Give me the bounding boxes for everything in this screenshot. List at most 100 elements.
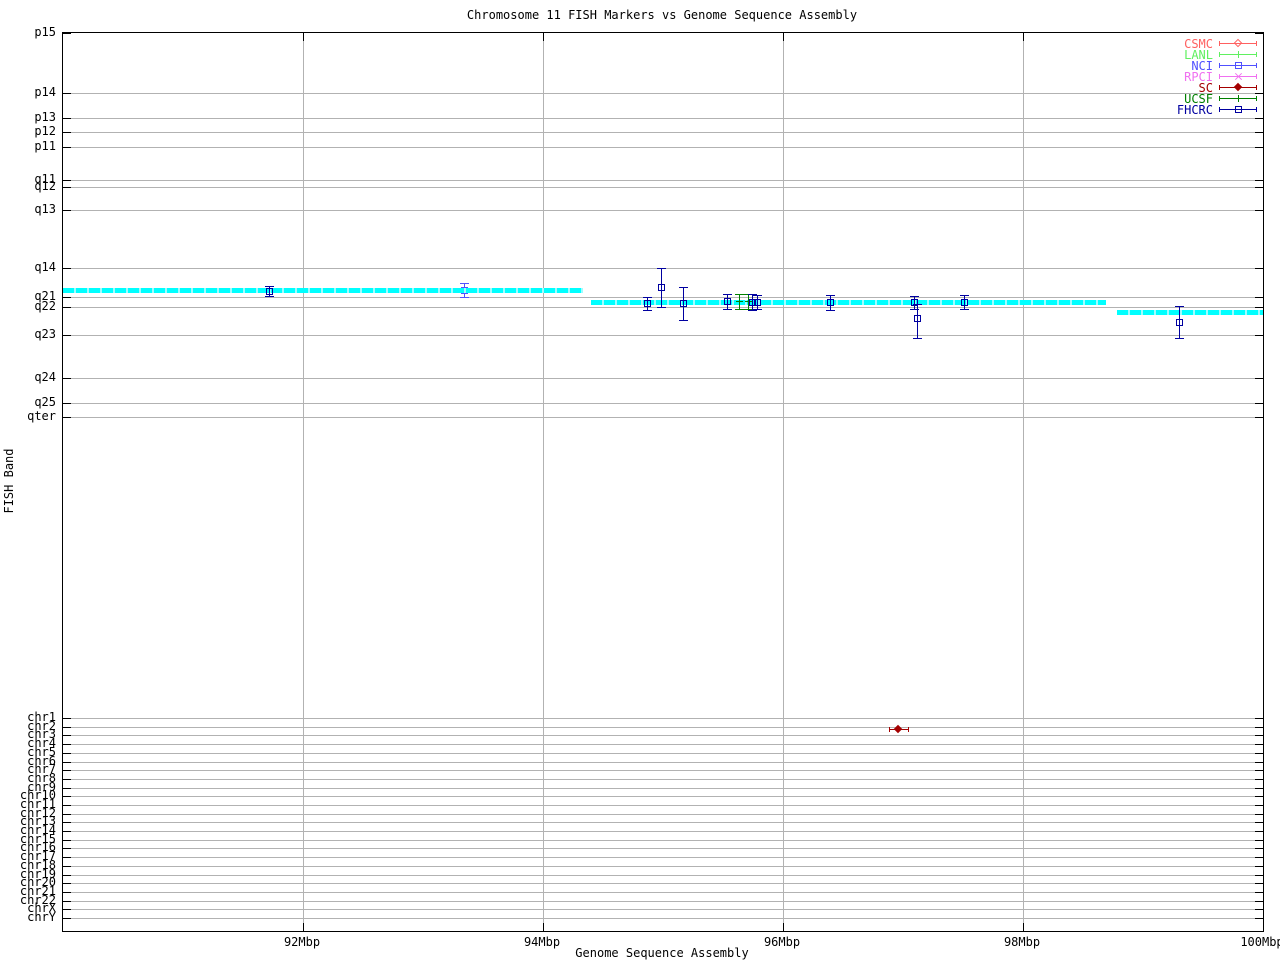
y-axis-tick-right	[1255, 718, 1263, 719]
square-marker	[644, 300, 651, 307]
h-gridline	[63, 403, 1263, 404]
h-gridline	[63, 805, 1263, 806]
y-axis-tick-right	[1255, 132, 1263, 133]
v-gridline	[543, 33, 544, 931]
x-axis-tick-top	[543, 33, 544, 41]
h-gridline	[63, 909, 1263, 910]
h-gridline	[63, 857, 1263, 858]
legend-sample	[1219, 93, 1257, 104]
y-axis-label: p12	[34, 124, 56, 138]
y-axis-tick-left	[63, 918, 71, 919]
y-axis-tick-right	[1255, 901, 1263, 902]
y-axis-tick-right	[1255, 118, 1263, 119]
y-axis-tick-right	[1255, 831, 1263, 832]
h-gridline	[63, 727, 1263, 728]
y-axis-tick-left	[63, 875, 71, 876]
h-gridline	[63, 796, 1263, 797]
legend-sample-cap	[1256, 85, 1257, 90]
error-bar-cap	[657, 268, 666, 269]
y-axis-tick-left	[63, 33, 71, 34]
h-gridline	[63, 814, 1263, 815]
h-gridline	[63, 735, 1263, 736]
h-gridline	[63, 718, 1263, 719]
legend-sample-cap	[1219, 107, 1220, 112]
square-marker	[724, 298, 731, 305]
error-bar-cap	[1175, 306, 1184, 307]
h-gridline	[63, 762, 1263, 763]
y-axis-tick-right	[1255, 417, 1263, 418]
y-axis-tick-right	[1255, 210, 1263, 211]
y-axis-tick-right	[1255, 918, 1263, 919]
y-axis-tick-right	[1255, 378, 1263, 379]
h-gridline	[63, 918, 1263, 919]
y-axis-tick-right	[1255, 727, 1263, 728]
y-axis-tick-left	[63, 180, 71, 181]
y-axis-tick-left	[63, 848, 71, 849]
y-axis-tick-right	[1255, 848, 1263, 849]
y-axis-tick-left	[63, 735, 71, 736]
v-gridline	[1023, 33, 1024, 931]
y-axis-label: q25	[34, 395, 56, 409]
y-axis-tick-left	[63, 831, 71, 832]
legend-sample-cap	[1256, 41, 1257, 46]
y-axis-tick-right	[1255, 788, 1263, 789]
y-axis-label: qter	[27, 409, 56, 423]
legend-sample	[1219, 38, 1257, 49]
x-axis-tick-top	[1263, 33, 1264, 41]
y-axis-tick-right	[1255, 335, 1263, 336]
assembly-band	[63, 288, 583, 293]
h-gridline	[63, 840, 1263, 841]
y-axis-label: p11	[34, 139, 56, 153]
y-axis-tick-left	[63, 779, 71, 780]
error-bar-cap	[643, 297, 652, 298]
legend-sample-cap	[1219, 52, 1220, 57]
v-gridline	[303, 33, 304, 931]
chart-title: Chromosome 11 FISH Markers vs Genome Seq…	[466, 8, 858, 22]
plot-area: CSMC LANL NCI RPCI SC UCSF FHCRC	[62, 32, 1264, 932]
legend-sample	[1219, 104, 1257, 115]
error-bar-cap	[265, 286, 274, 287]
y-axis-tick-right	[1255, 735, 1263, 736]
y-axis-tick-left	[63, 417, 71, 418]
h-gridline	[63, 180, 1263, 181]
error-bar-cap	[908, 727, 909, 732]
y-axis-tick-left	[63, 268, 71, 269]
h-gridline	[63, 132, 1263, 133]
y-axis-tick-right	[1255, 762, 1263, 763]
y-axis-tick-right	[1255, 307, 1263, 308]
y-axis-tick-right	[1255, 857, 1263, 858]
y-axis-tick-right	[1255, 744, 1263, 745]
h-gridline	[63, 866, 1263, 867]
x-axis-tick-bottom	[303, 923, 304, 931]
h-gridline	[63, 848, 1263, 849]
y-axis-tick-left	[63, 297, 71, 298]
h-gridline	[63, 297, 1263, 298]
y-axis-tick-right	[1255, 840, 1263, 841]
legend: CSMC LANL NCI RPCI SC UCSF FHCRC	[1161, 38, 1257, 117]
y-axis-tick-left	[63, 744, 71, 745]
y-axis-tick-left	[63, 378, 71, 379]
h-gridline	[63, 901, 1263, 902]
h-gridline	[63, 883, 1263, 884]
y-axis-tick-left	[63, 892, 71, 893]
y-axis-tick-left	[63, 132, 71, 133]
error-bar-cap	[679, 320, 688, 321]
error-bar-cap	[735, 294, 744, 295]
error-bar-cap	[960, 309, 969, 310]
legend-label: FHCRC	[1176, 102, 1213, 117]
y-axis-tick-left	[63, 840, 71, 841]
legend-sample-cap	[1256, 96, 1257, 101]
y-axis-tick-left	[63, 822, 71, 823]
y-axis-tick-left	[63, 727, 71, 728]
square-marker	[1235, 106, 1242, 113]
square-marker	[827, 299, 834, 306]
error-bar-cap	[460, 297, 469, 298]
y-axis-tick-right	[1255, 909, 1263, 910]
diamond-marker	[1233, 38, 1243, 48]
legend-sample-cap	[1256, 52, 1257, 57]
y-axis-tick-right	[1255, 883, 1263, 884]
error-bar-cap	[748, 310, 757, 311]
x-axis-tick-bottom	[1023, 923, 1024, 931]
error-bar-cap	[679, 287, 688, 288]
x-axis-tick-bottom	[543, 923, 544, 931]
